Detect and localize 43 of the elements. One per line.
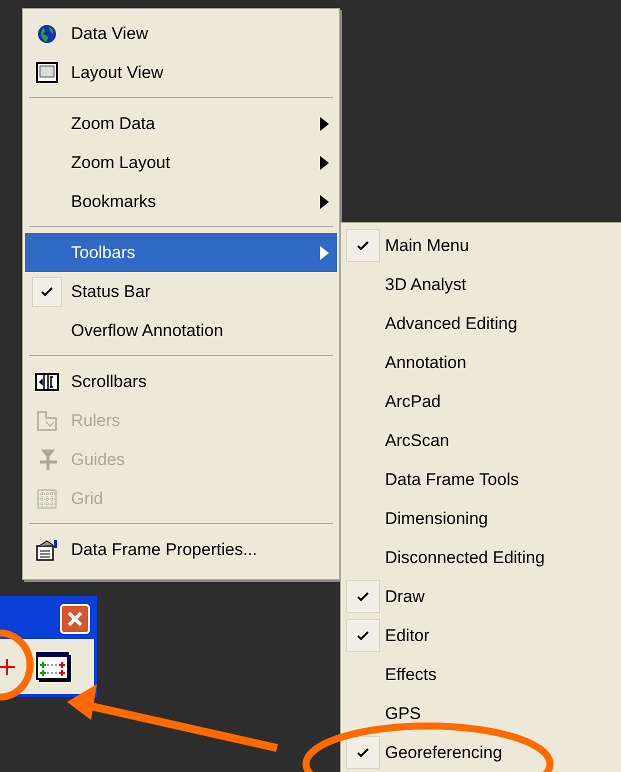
checkmark-icon	[357, 630, 369, 640]
menu-item[interactable]: Zoom Layout	[25, 143, 337, 182]
menu-item[interactable]: Overflow Annotation	[25, 311, 337, 350]
submenu-arrow-icon	[320, 156, 329, 170]
menu-item[interactable]: Data Frame Properties...	[25, 530, 337, 569]
rulers-icon	[36, 410, 58, 432]
checkmark-icon	[357, 240, 369, 250]
menu-item[interactable]: Draw	[341, 577, 621, 616]
menu-item[interactable]: Data View	[25, 14, 337, 53]
menu-item[interactable]: Scrollbars	[25, 362, 337, 401]
submenu-arrow-icon	[320, 246, 329, 260]
menu-item[interactable]: Annotation	[341, 343, 621, 382]
menu-item[interactable]: ArcScan	[341, 421, 621, 460]
menu-item[interactable]: Bookmarks	[25, 182, 337, 221]
menu-item[interactable]: GPS	[341, 694, 621, 733]
page-icon	[36, 62, 58, 84]
menu-item[interactable]: Effects	[341, 655, 621, 694]
scrollbars-icon	[35, 372, 59, 390]
menu-item[interactable]: Main Menu	[341, 226, 621, 265]
checkmark-icon	[41, 286, 53, 296]
menu-item[interactable]: 3D Analyst	[341, 265, 621, 304]
menu-item[interactable]: Advanced Editing	[341, 304, 621, 343]
menu-item[interactable]: Editor	[341, 616, 621, 655]
properties-icon	[35, 538, 59, 560]
globe-icon	[37, 24, 57, 44]
menu-item[interactable]: Georeferencing	[341, 733, 621, 772]
submenu-arrow-icon	[320, 194, 329, 208]
menu-item[interactable]: Layout View	[25, 53, 337, 92]
menu-item[interactable]: Disconnected Editing	[341, 538, 621, 577]
checkmark-icon	[357, 592, 369, 602]
submenu-arrow-icon	[320, 116, 329, 130]
close-button[interactable]	[60, 604, 90, 634]
menu-item[interactable]: Zoom Data	[25, 104, 337, 143]
close-icon	[67, 611, 83, 627]
link-table-icon	[36, 652, 72, 682]
menu-item[interactable]: Data Frame Tools	[341, 460, 621, 499]
menu-item[interactable]: Status Bar	[25, 272, 337, 311]
menu-item[interactable]: Toolbars	[25, 233, 337, 272]
menu-item[interactable]: ArcPad	[341, 382, 621, 421]
grid-icon	[37, 488, 57, 508]
checkmark-icon	[357, 748, 369, 758]
menu-item[interactable]: Dimensioning	[341, 499, 621, 538]
crosshair-icon	[0, 658, 16, 676]
